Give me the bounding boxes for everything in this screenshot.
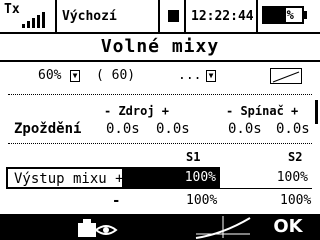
mix-dots[interactable]: ... <box>178 68 201 83</box>
page-title: Volné mixy <box>100 36 220 57</box>
battery-text: 57% <box>272 8 294 22</box>
source-header: - Zdroj + <box>104 104 170 118</box>
column-s1-header: S1 <box>186 150 201 164</box>
dropdown-arrow-icon[interactable]: ▼ <box>206 70 216 82</box>
title-underline <box>0 60 320 62</box>
curve-graph-icon <box>195 216 251 239</box>
output-mix-label: Výstup mixu + <box>14 171 124 187</box>
output-minus-s1[interactable]: 100% <box>186 193 217 208</box>
bottom-function-bar: OK <box>0 214 320 240</box>
delay-source-minus[interactable]: 0.0s <box>106 121 140 137</box>
tx-label: Tx <box>4 2 20 17</box>
column-s2-header: S2 <box>288 150 303 164</box>
output-plus-s1[interactable]: 100% <box>124 167 220 189</box>
model-name[interactable]: Výchozí <box>62 9 117 24</box>
mix-value: ( 60) <box>96 68 136 83</box>
status-bar: Tx Výchozí 12:22:44 57% <box>0 0 320 34</box>
status-bottom-line <box>0 32 320 34</box>
status-divider <box>158 0 160 34</box>
delay-switch-plus[interactable]: 0.0s <box>276 121 310 137</box>
status-divider <box>55 0 57 34</box>
battery-icon: 57% <box>262 6 304 24</box>
dotted-divider <box>8 94 312 95</box>
ok-label: OK <box>273 216 303 237</box>
switch-header: - Spínač + <box>226 104 299 118</box>
timer-icon <box>168 10 179 22</box>
curve-button[interactable] <box>192 214 254 240</box>
servo-view-button[interactable] <box>64 214 126 240</box>
scrollbar[interactable] <box>315 100 318 124</box>
ok-button[interactable]: OK <box>256 214 320 240</box>
output-plus-s2[interactable]: 100% <box>220 167 312 189</box>
status-divider <box>256 0 258 34</box>
clock: 12:22:44 <box>191 9 254 24</box>
delay-label: Zpoždění <box>14 121 82 137</box>
output-minus-sign: - <box>112 193 121 209</box>
delay-source-plus[interactable]: 0.0s <box>156 121 190 137</box>
curve-icon[interactable] <box>270 68 302 84</box>
dropdown-arrow-icon[interactable]: ▼ <box>70 70 80 82</box>
delay-switch-minus[interactable]: 0.0s <box>228 121 262 137</box>
mix-percent[interactable]: 60% <box>38 68 61 83</box>
servo-monitor-icon <box>78 219 118 237</box>
output-minus-s2[interactable]: 100% <box>280 193 311 208</box>
function-button-1[interactable] <box>0 214 62 240</box>
battery-tip <box>304 11 307 19</box>
screen: Tx Výchozí 12:22:44 57% Volné mixy 60% ▼… <box>0 0 320 240</box>
function-button-3[interactable] <box>128 214 190 240</box>
output-mix-button[interactable]: Výstup mixu + <box>6 167 124 189</box>
dotted-divider <box>8 143 312 144</box>
status-divider <box>184 0 186 34</box>
